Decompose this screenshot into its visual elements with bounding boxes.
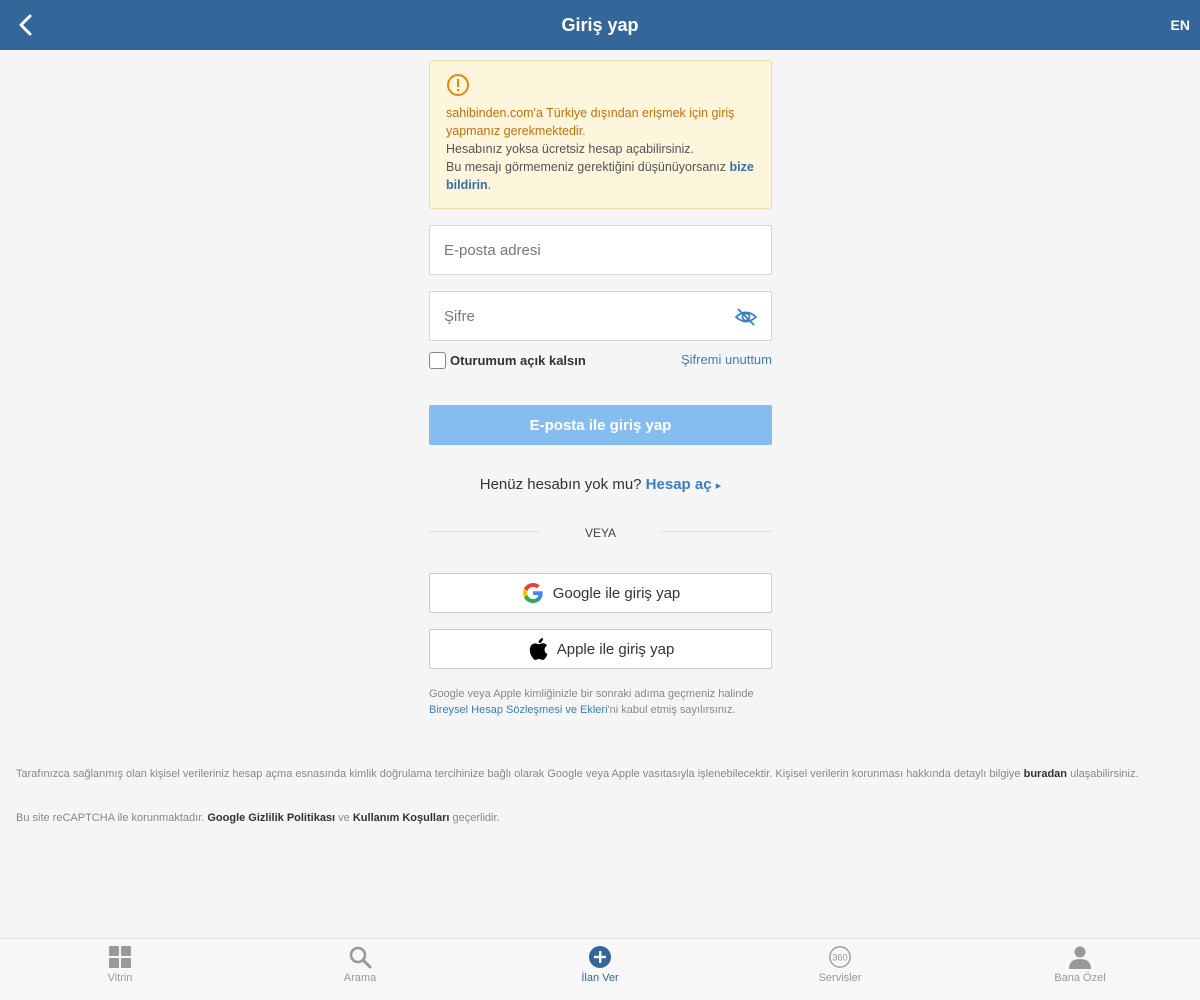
tab-label: Arama bbox=[343, 972, 377, 984]
signup-question: Henüz hesabın yok mu? bbox=[479, 476, 642, 493]
terms-link[interactable]: Kullanım Koşulları bbox=[353, 812, 450, 824]
svg-text:360: 360 bbox=[832, 953, 847, 963]
recaptcha-notice: Bu site reCAPTCHA ile korunmaktadır. Goo… bbox=[16, 812, 500, 824]
remember-me-label: Oturumum açık kalsın bbox=[450, 352, 586, 368]
signup-link[interactable]: Hesap aç ▸ bbox=[646, 476, 722, 493]
eye-off-icon[interactable] bbox=[735, 307, 757, 327]
alert-report-text: Bu mesajı görmemeniz gerektiğini düşünüy… bbox=[446, 160, 754, 192]
page-title: Giriş yap bbox=[561, 15, 639, 35]
consent-text: Google veya Apple kimliğinizle bir sonra… bbox=[429, 688, 754, 716]
forgot-password-link[interactable]: Şifremi unuttum bbox=[681, 352, 772, 367]
bottom-tab-bar: Vitrin Arama İlan Ver 360 Servisler Bana… bbox=[0, 938, 1200, 1000]
alert-warning-text: sahibinden.com'a Türkiye dışından erişme… bbox=[446, 106, 735, 138]
apple-login-label: Apple ile giriş yap bbox=[556, 640, 675, 658]
password-field-wrapper bbox=[429, 291, 772, 341]
google-privacy-link[interactable]: Google Gizlilik Politikası bbox=[207, 812, 335, 824]
divider-label: VEYA bbox=[584, 526, 617, 540]
360-icon: 360 bbox=[829, 946, 851, 968]
apple-login-button[interactable]: Apple ile giriş yap bbox=[429, 629, 772, 669]
google-login-button[interactable]: Google ile giriş yap bbox=[429, 573, 772, 613]
tab-label: İlan Ver bbox=[581, 972, 619, 984]
google-login-label: Google ile giriş yap bbox=[552, 584, 681, 602]
tab-vitrin[interactable]: Vitrin bbox=[0, 939, 240, 1000]
user-icon bbox=[1069, 946, 1091, 969]
region-warning-alert: sahibinden.com'a Türkiye dışından erişme… bbox=[429, 60, 772, 209]
language-switch-button[interactable]: EN bbox=[1171, 0, 1190, 50]
tab-arama[interactable]: Arama bbox=[240, 939, 480, 1000]
tab-bana-ozel[interactable]: Bana Özel bbox=[960, 939, 1200, 1000]
plus-circle-icon bbox=[589, 946, 611, 968]
google-icon bbox=[522, 583, 543, 603]
tab-servisler[interactable]: 360 Servisler bbox=[720, 939, 960, 1000]
email-field[interactable] bbox=[430, 226, 771, 274]
apple-icon bbox=[529, 638, 548, 660]
search-icon bbox=[349, 946, 372, 969]
remember-me-checkbox[interactable] bbox=[429, 351, 446, 369]
privacy-details-link[interactable]: buradan bbox=[1024, 768, 1067, 780]
email-login-button[interactable]: E-posta ile giriş yap bbox=[429, 405, 772, 445]
tab-label: Vitrin bbox=[107, 972, 133, 984]
signup-prompt: Henüz hesabın yok mu? Hesap aç ▸ bbox=[429, 476, 772, 493]
privacy-notice: Tarafınızca sağlanmış olan kişisel veril… bbox=[16, 768, 1139, 780]
warning-icon bbox=[447, 74, 469, 96]
email-field-wrapper bbox=[429, 225, 772, 275]
arrow-right-icon: ▸ bbox=[715, 480, 722, 492]
tab-label: Servisler bbox=[818, 972, 862, 984]
password-field[interactable] bbox=[430, 292, 771, 340]
alert-info-text: Hesabınız yoksa ücretsiz hesap açabilirs… bbox=[446, 142, 695, 156]
tab-label: Bana Özel bbox=[1054, 972, 1106, 984]
remember-me-row: Oturumum açık kalsın bbox=[429, 350, 586, 370]
grid-icon bbox=[109, 946, 131, 968]
tab-ilan-ver[interactable]: İlan Ver bbox=[480, 939, 720, 1000]
agreement-link[interactable]: Bireysel Hesap Sözleşmesi ve Ekleri bbox=[429, 704, 608, 716]
top-bar: Giriş yap EN bbox=[0, 0, 1200, 50]
